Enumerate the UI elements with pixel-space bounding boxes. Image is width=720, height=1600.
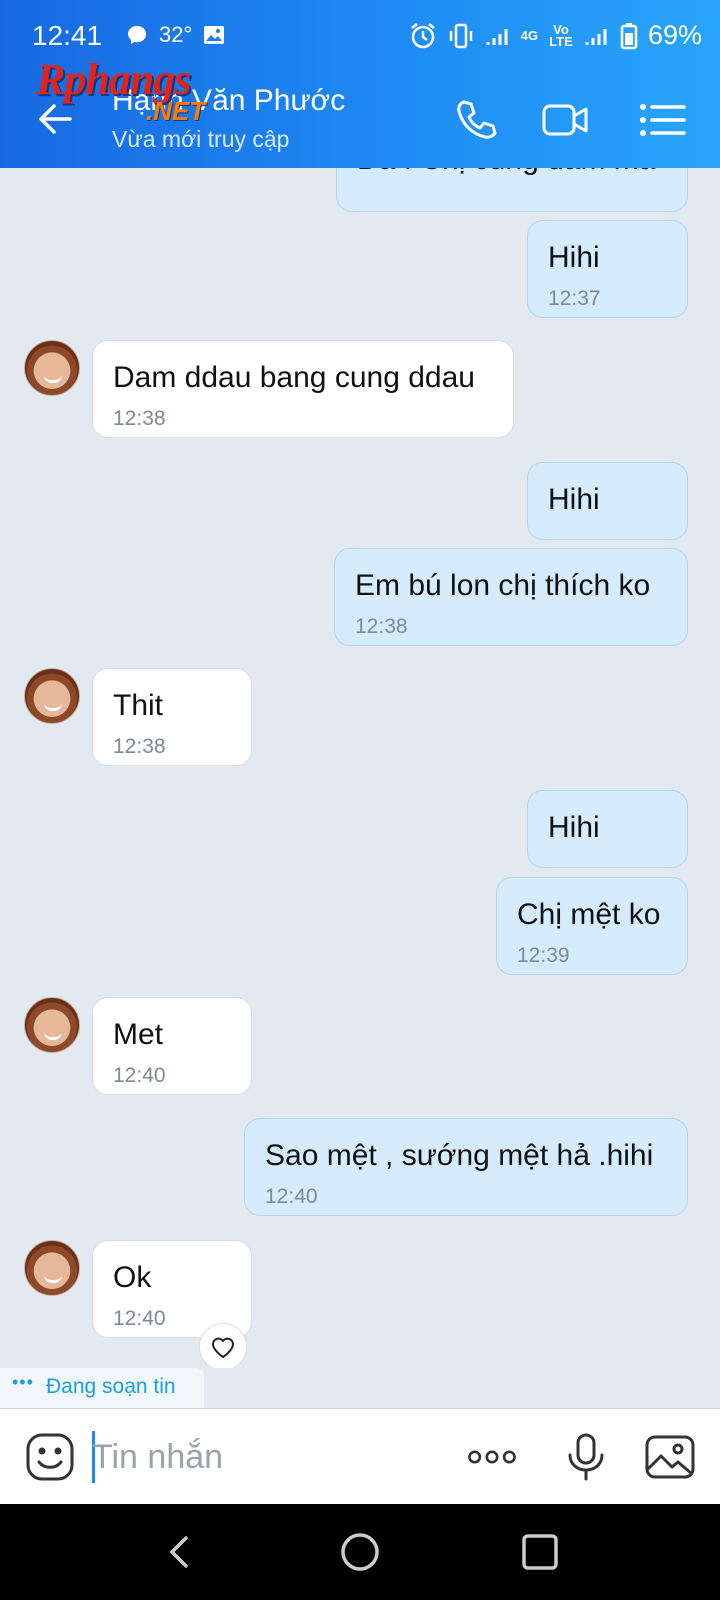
message-time: 12:39 (517, 944, 570, 967)
typing-indicator: ••• Đang soạn tin (0, 1368, 204, 1408)
typing-text: Đang soạn tin (46, 1375, 176, 1398)
message-text: Sao mệt , sướng mệt hả .hihi (265, 1139, 654, 1172)
typing-dots-icon: ••• (12, 1372, 34, 1392)
battery-icon (620, 22, 638, 49)
temperature-label: 32° (159, 22, 193, 47)
message-time: 12:37 (548, 287, 601, 310)
message-time: 12:40 (113, 1064, 166, 1087)
react-heart-button[interactable] (199, 1323, 247, 1368)
heart-icon (212, 1337, 234, 1358)
nav-back-icon[interactable] (158, 1530, 202, 1574)
message-time: 12:38 (355, 615, 408, 638)
contact-name[interactable]: Hạnh Văn Phước (112, 84, 345, 118)
contact-avatar[interactable] (24, 1240, 80, 1296)
contact-avatar[interactable] (24, 997, 80, 1053)
battery-percent: 69% (647, 20, 702, 50)
message-text: Thit (113, 689, 164, 722)
message-text: Chị mệt ko (517, 898, 661, 931)
phone-call-icon[interactable] (450, 94, 502, 146)
video-call-icon[interactable] (540, 94, 592, 146)
message-text: Ok (113, 1261, 152, 1294)
message-time: 12:40 (113, 1307, 166, 1330)
gallery-icon (204, 26, 225, 44)
menu-list-icon[interactable] (636, 94, 688, 146)
chat-area[interactable]: Da . Chị cung dam ma Hihi 12:37 Dam ddau… (0, 168, 720, 1368)
message-text: Da . Chị cung dam ma (357, 168, 655, 177)
message-bubble[interactable]: Da . Chị cung dam ma (336, 168, 688, 212)
message-time: 12:40 (265, 1185, 318, 1208)
message-bubble[interactable]: Em bú lon chị thích ko 12:38 (334, 548, 688, 646)
top-bar: 12:41 32° 4G Vo LTE 69% Hạnh Văn Phước V… (0, 0, 720, 168)
volte-label: Vo LTE (549, 21, 573, 49)
sticker-emoji-icon[interactable] (24, 1431, 76, 1483)
chat-header: Hạnh Văn Phước Vừa mới truy cập (0, 72, 720, 168)
vibrate-icon (449, 23, 472, 48)
image-gallery-icon[interactable] (644, 1431, 696, 1483)
contact-status: Vừa mới truy cập (112, 126, 290, 152)
message-text: Hihi (548, 241, 600, 274)
message-time: 12:38 (113, 407, 166, 430)
nav-recents-icon[interactable] (518, 1530, 562, 1574)
network-4g-label: 4G (520, 27, 538, 43)
message-text: Hihi (548, 811, 600, 844)
message-text: Met (113, 1018, 164, 1051)
contact-avatar[interactable] (24, 340, 80, 396)
microphone-icon[interactable] (560, 1431, 612, 1483)
message-text: Dam ddau bang cung ddau (113, 361, 475, 394)
back-arrow-icon[interactable] (30, 94, 80, 144)
message-input[interactable] (92, 1433, 442, 1481)
message-bubble[interactable]: Sao mệt , sướng mệt hả .hihi 12:40 (244, 1118, 688, 1216)
message-text: Em bú lon chị thích ko (355, 569, 651, 602)
message-bubble[interactable]: Met 12:40 (92, 997, 252, 1095)
status-time: 12:41 (32, 20, 103, 51)
signal-icon (486, 28, 508, 45)
message-bubble[interactable]: Hihi (527, 790, 688, 868)
message-composer (0, 1408, 720, 1504)
alarm-icon (410, 22, 435, 48)
messenger-icon (128, 26, 146, 44)
message-bubble[interactable]: Chị mệt ko 12:39 (496, 877, 688, 975)
nav-home-icon[interactable] (338, 1530, 382, 1574)
status-bar: 12:41 32° 4G Vo LTE 69% (0, 0, 720, 72)
message-bubble[interactable]: Thit 12:38 (92, 668, 252, 766)
contact-avatar[interactable] (24, 668, 80, 724)
message-bubble[interactable]: Hihi (527, 462, 688, 540)
message-bubble[interactable]: Dam ddau bang cung ddau 12:38 (92, 340, 514, 438)
system-nav-bar (0, 1504, 720, 1600)
message-time: 12:38 (113, 735, 166, 758)
more-options-icon[interactable] (466, 1431, 518, 1483)
message-bubble[interactable]: Hihi 12:37 (527, 220, 688, 318)
status-left-icons: 32° (125, 22, 226, 48)
signal-icon-2 (585, 28, 607, 45)
message-text: Hihi (548, 483, 600, 516)
status-right-icons: 4G Vo LTE 69% (409, 20, 702, 51)
